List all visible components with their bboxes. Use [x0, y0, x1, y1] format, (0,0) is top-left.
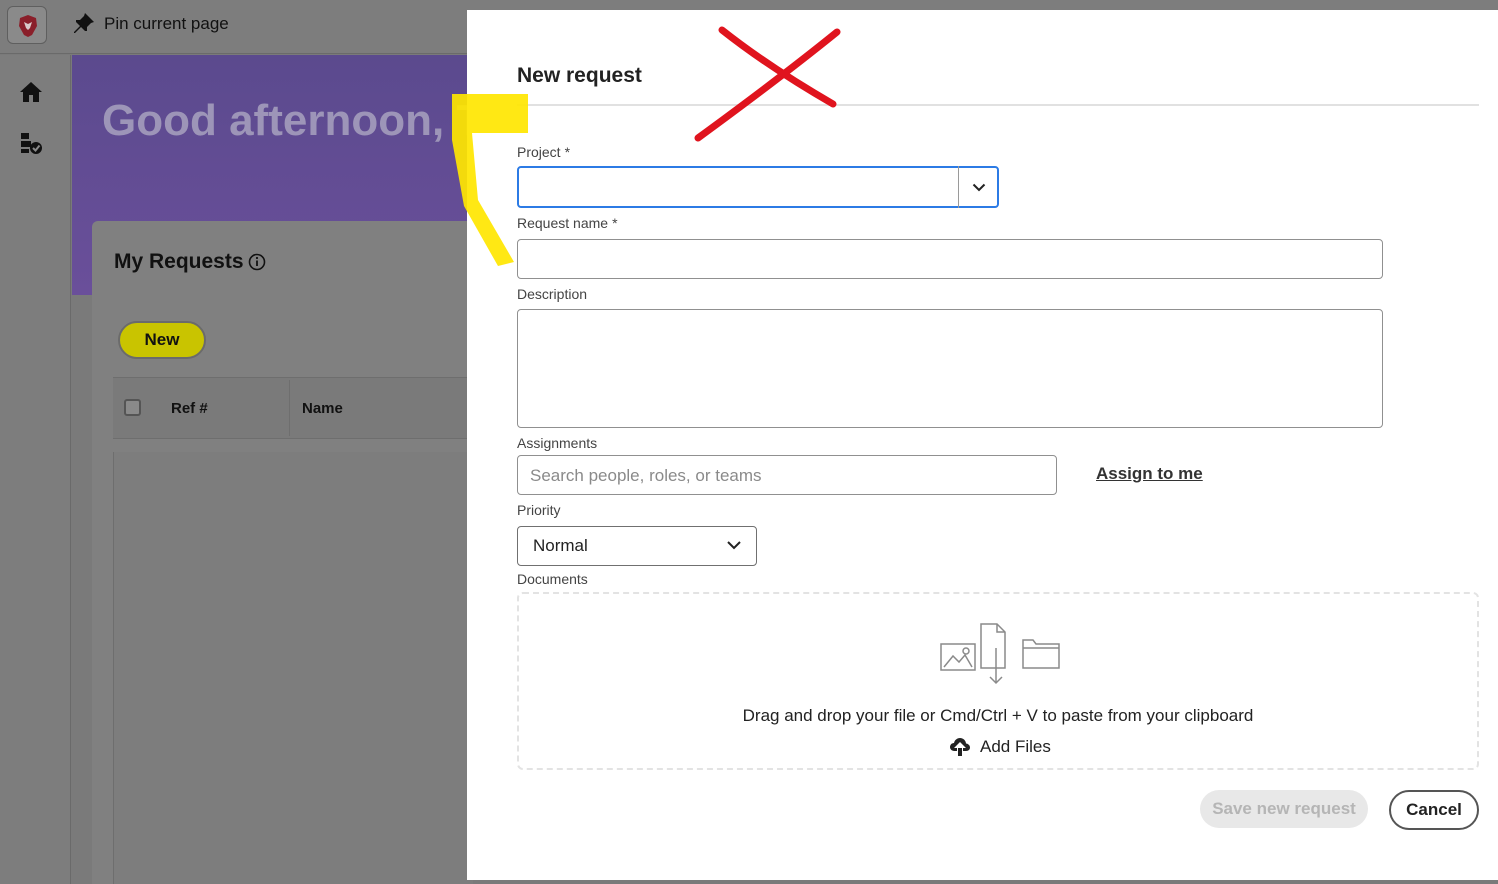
add-files-label: Add Files — [980, 737, 1051, 756]
requests-table-body — [113, 452, 473, 884]
assignments-placeholder: Search people, roles, or teams — [530, 466, 762, 485]
project-dropdown-button[interactable] — [958, 166, 999, 208]
file-upload-illustration-icon — [940, 623, 1060, 685]
home-icon[interactable] — [19, 81, 43, 103]
select-all-checkbox[interactable] — [124, 399, 141, 416]
chevron-down-icon — [727, 541, 741, 550]
request-name-label: Request name * — [517, 215, 618, 231]
assign-to-me-link[interactable]: Assign to me — [1096, 464, 1203, 484]
cloud-upload-icon — [950, 738, 970, 756]
required-marker: * — [612, 215, 618, 231]
side-navigation — [0, 55, 71, 884]
requests-table-header — [113, 377, 473, 439]
pin-current-page-button[interactable]: Pin current page — [104, 14, 229, 34]
priority-label: Priority — [517, 502, 561, 518]
required-marker: * — [564, 144, 571, 160]
greeting-text: Good afternoon, Te — [102, 96, 505, 145]
priority-value: Normal — [533, 536, 588, 555]
column-header-ref[interactable]: Ref # — [171, 400, 208, 417]
my-requests-title: My Requests — [114, 250, 244, 273]
project-label-text: Project — [517, 144, 561, 160]
dialog-title: New request — [517, 64, 642, 87]
file-drop-zone[interactable]: Drag and drop your file or Cmd/Ctrl + V … — [517, 592, 1479, 770]
save-new-request-button[interactable]: Save new request — [1200, 790, 1368, 828]
assignments-label: Assignments — [517, 435, 598, 451]
info-icon[interactable] — [248, 253, 266, 271]
assignments-search-input[interactable]: Search people, roles, or teams — [517, 455, 1057, 495]
request-name-input[interactable] — [517, 239, 1383, 279]
priority-select[interactable]: Normal — [517, 526, 757, 566]
column-divider — [289, 380, 290, 436]
request-name-label-text: Request name — [517, 215, 609, 231]
description-textarea[interactable] — [517, 309, 1383, 428]
project-label: Project * — [517, 144, 570, 160]
add-files-button[interactable]: Add Files — [949, 737, 1051, 757]
new-request-dialog: New request Project * Request name * Descr… — [467, 10, 1498, 880]
app-logo[interactable] — [7, 6, 47, 44]
new-request-button[interactable]: New — [118, 321, 206, 359]
description-label: Description — [517, 286, 588, 302]
cancel-button[interactable]: Cancel — [1389, 790, 1479, 830]
documents-label: Documents — [517, 571, 588, 587]
drop-zone-instructions: Drag and drop your file or Cmd/Ctrl + V … — [742, 706, 1254, 725]
chevron-down-icon — [972, 183, 986, 191]
column-header-name[interactable]: Name — [302, 400, 343, 417]
title-divider — [517, 104, 1479, 106]
project-combobox[interactable] — [517, 166, 999, 208]
pin-icon[interactable] — [72, 12, 96, 36]
tasks-check-icon[interactable] — [19, 131, 43, 155]
brave-lion-icon — [19, 15, 37, 37]
